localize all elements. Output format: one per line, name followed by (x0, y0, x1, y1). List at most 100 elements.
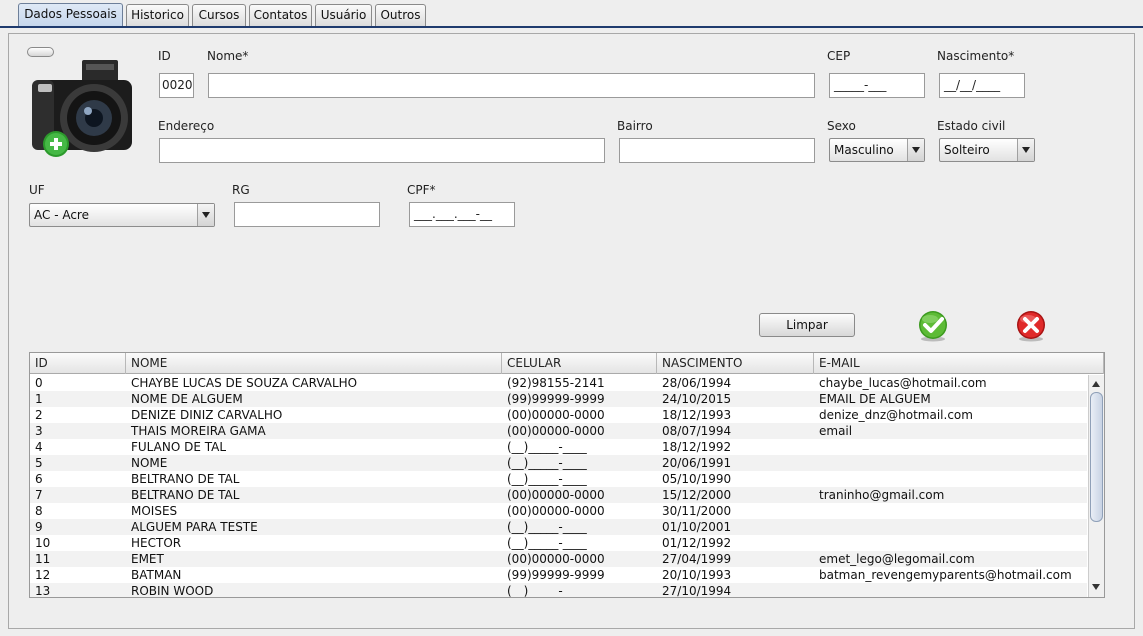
table-row[interactable]: 7 BELTRANO DE TAL (00)00000-0000 15/12/2000… (30, 487, 1087, 503)
cell-nascimento: 18/12/1993 (662, 408, 732, 422)
cpf-label: CPF* (407, 183, 436, 197)
nascimento-field[interactable]: __/__/____ (939, 73, 1025, 98)
rg-label: RG (232, 183, 250, 197)
cell-nome: THAIS MOREIRA GAMA (131, 424, 266, 438)
cell-id: 9 (35, 520, 43, 534)
cell-email: denize_dnz@hotmail.com (819, 408, 973, 422)
limpar-button[interactable]: Limpar (759, 313, 855, 337)
photo-toggle-button[interactable] (27, 47, 54, 57)
cell-id: 1 (35, 392, 43, 406)
cep-field[interactable]: _____-___ (829, 73, 925, 98)
chevron-down-icon[interactable] (907, 139, 924, 161)
cell-id: 13 (35, 584, 51, 597)
cell-email (814, 583, 1087, 597)
cell-celular: (99)99999-9999 (507, 568, 605, 582)
uf-select[interactable]: AC - Acre (29, 203, 215, 227)
scroll-down-icon[interactable] (1089, 581, 1104, 595)
table-scrollbar[interactable] (1088, 375, 1104, 597)
table-row[interactable]: 9 ALGUEM PARA TESTE (__)_____-____ 01/10/20… (30, 519, 1087, 535)
table-row[interactable]: 5 NOME (__)_____-____ 20/06/1991 (30, 455, 1087, 471)
tab-cursos[interactable]: Cursos (192, 4, 246, 26)
estado-civil-selected-value: Solteiro (944, 143, 990, 157)
tab-usuario[interactable]: Usuário (315, 4, 372, 26)
cell-email (814, 455, 1087, 471)
tab-bar: Dados Pessoais Historico Cursos Contatos… (0, 0, 1143, 28)
cell-celular: (__)_____-____ (507, 584, 587, 597)
column-header-celular[interactable]: CELULAR (502, 353, 657, 374)
cell-nome: BELTRANO DE TAL (131, 472, 240, 486)
cell-celular: (99)99999-9999 (507, 392, 605, 406)
cell-email: batman_revengemyparents@hotmail.com (819, 568, 1072, 582)
id-field[interactable]: 0020 (159, 73, 194, 98)
tab-historico[interactable]: Historico (126, 4, 189, 26)
scroll-thumb[interactable] (1090, 392, 1103, 522)
cell-nascimento: 01/10/2001 (662, 520, 732, 534)
cell-email: email (819, 424, 853, 438)
nome-field[interactable] (208, 73, 815, 98)
cpf-field[interactable]: ___.___.___-__ (409, 202, 515, 227)
cell-email (814, 471, 1087, 487)
green-check-icon[interactable] (916, 310, 950, 342)
chevron-down-icon[interactable] (197, 204, 214, 226)
cell-nome: MOISES (131, 504, 178, 518)
cell-celular: (00)00000-0000 (507, 488, 605, 502)
cell-email (814, 519, 1087, 535)
cell-nascimento: 20/06/1991 (662, 456, 732, 470)
table-row[interactable]: 2 DENIZE DINIZ CARVALHO (00)00000-0000 18/1… (30, 407, 1087, 423)
cell-email (814, 535, 1087, 551)
endereco-field[interactable] (159, 138, 605, 163)
chevron-down-icon[interactable] (1017, 139, 1034, 161)
cell-celular: (__)_____-____ (507, 520, 587, 534)
cell-nome: BELTRANO DE TAL (131, 488, 240, 502)
sexo-select[interactable]: Masculino (829, 138, 925, 162)
cell-email: chaybe_lucas@hotmail.com (819, 376, 987, 390)
cell-email: emet_lego@legomail.com (819, 552, 975, 566)
camera-add-icon[interactable] (28, 58, 136, 158)
scroll-up-icon[interactable] (1089, 377, 1104, 391)
column-header-email[interactable]: E-MAIL (814, 353, 1104, 374)
cell-id: 10 (35, 536, 51, 550)
cell-nascimento: 27/04/1999 (662, 552, 732, 566)
table-header: ID NOME CELULAR NASCIMENTO E-MAIL (30, 353, 1104, 374)
red-x-icon[interactable] (1014, 310, 1048, 342)
cell-id: 2 (35, 408, 43, 422)
cell-nome: DENIZE DINIZ CARVALHO (131, 408, 283, 422)
tab-contatos[interactable]: Contatos (249, 4, 312, 26)
tab-dados-pessoais[interactable]: Dados Pessoais (18, 3, 123, 27)
cell-email: EMAIL DE ALGUEM (819, 392, 931, 406)
cell-id: 12 (35, 568, 51, 582)
id-label: ID (158, 49, 171, 63)
cell-celular: (__)_____-____ (507, 456, 587, 470)
column-header-nome[interactable]: NOME (126, 353, 502, 374)
estado-civil-select[interactable]: Solteiro (939, 138, 1035, 162)
cell-nome: BATMAN (131, 568, 182, 582)
table-row[interactable]: 1 NOME DE ALGUEM (99)99999-9999 24/10/2015 E… (30, 391, 1087, 407)
table-row[interactable]: 3 THAIS MOREIRA GAMA (00)00000-0000 08/07/1… (30, 423, 1087, 439)
app-window: Dados Pessoais Historico Cursos Contatos… (0, 0, 1143, 636)
sexo-label: Sexo (827, 119, 856, 133)
table-row[interactable]: 4 FULANO DE TAL (__)_____-____ 18/12/1992 (30, 439, 1087, 455)
cell-nome: HECTOR (131, 536, 182, 550)
cell-nome: FULANO DE TAL (131, 440, 227, 454)
table-row[interactable]: 11 EMET (00)00000-0000 27/04/1999 emet_lego@… (30, 551, 1087, 567)
tab-outros[interactable]: Outros (375, 4, 426, 26)
column-header-nascimento[interactable]: NASCIMENTO (657, 353, 814, 374)
cell-celular: (00)00000-0000 (507, 504, 605, 518)
cell-email (814, 439, 1087, 455)
cell-celular: (92)98155-2141 (507, 376, 605, 390)
table-row[interactable]: 13 ROBIN WOOD (__)_____-____ 27/10/1994 (30, 583, 1087, 597)
cell-id: 7 (35, 488, 43, 502)
table-row[interactable]: 6 BELTRANO DE TAL (__)_____-____ 05/10/1990 (30, 471, 1087, 487)
bairro-field[interactable] (619, 138, 815, 163)
cell-nascimento: 15/12/2000 (662, 488, 732, 502)
table-row[interactable]: 8 MOISES (00)00000-0000 30/11/2000 (30, 503, 1087, 519)
cell-nascimento: 30/11/2000 (662, 504, 732, 518)
cell-id: 3 (35, 424, 43, 438)
rg-field[interactable] (234, 202, 380, 227)
column-header-id[interactable]: ID (30, 353, 126, 374)
cell-celular: (__)_____-____ (507, 440, 587, 454)
table-row[interactable]: 10 HECTOR (__)_____-____ 01/12/1992 (30, 535, 1087, 551)
table-row[interactable]: 12 BATMAN (99)99999-9999 20/10/1993 batman_r… (30, 567, 1087, 583)
cell-celular: (__)_____-____ (507, 536, 587, 550)
table-row[interactable]: 0 CHAYBE LUCAS DE SOUZA CARVALHO (92)98155… (30, 375, 1087, 391)
